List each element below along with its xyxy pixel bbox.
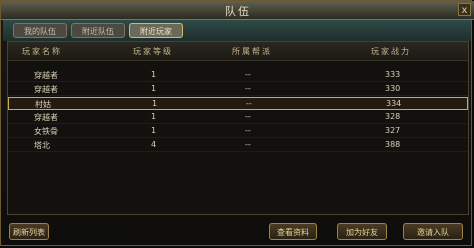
team-window: 队伍 x 我的队伍 附近队伍 附近玩家 玩家名称 玩家等级 所属帮派 玩家战力 … xyxy=(0,0,474,246)
player-power: 334 xyxy=(386,99,402,108)
player-level: 1 xyxy=(151,112,157,121)
invite-to-team-button[interactable]: 邀请入队 xyxy=(403,223,463,240)
player-guild: -- xyxy=(245,84,251,93)
player-level: 1 xyxy=(151,70,157,79)
window-title: 队伍 xyxy=(225,5,251,18)
table-header: 玩家名称 玩家等级 所属帮派 玩家战力 xyxy=(8,42,468,61)
table-row[interactable]: 穿越者 1 -- 328 xyxy=(8,111,468,124)
player-name: 穿越者 xyxy=(34,113,58,122)
player-list: 玩家名称 玩家等级 所属帮派 玩家战力 穿越者 1 -- 333 穿越者 1 -… xyxy=(7,41,469,215)
player-name: 女铁骨 xyxy=(34,127,58,136)
player-power: 327 xyxy=(385,126,401,135)
player-guild: -- xyxy=(245,140,251,149)
player-power: 328 xyxy=(385,112,401,121)
table-row-selected[interactable]: 村姑 1 -- 334 xyxy=(8,97,468,110)
player-level: 1 xyxy=(151,126,157,135)
title-bar[interactable]: 队伍 x xyxy=(1,1,474,20)
table-row[interactable]: 穿越者 1 -- 330 xyxy=(8,83,468,96)
player-name: 塔北 xyxy=(34,141,50,150)
tab-bar: 我的队伍 附近队伍 附近玩家 xyxy=(3,20,471,41)
player-name: 穿越者 xyxy=(34,71,58,80)
close-button[interactable]: x xyxy=(458,3,471,16)
player-power: 333 xyxy=(385,70,401,79)
tab-my-team[interactable]: 我的队伍 xyxy=(13,23,67,38)
player-level: 1 xyxy=(151,84,157,93)
header-player-name: 玩家名称 xyxy=(22,47,62,56)
player-name: 村姑 xyxy=(35,100,51,109)
refresh-list-button[interactable]: 刷新列表 xyxy=(9,223,49,240)
add-friend-button[interactable]: 加为好友 xyxy=(337,223,387,240)
player-name: 穿越者 xyxy=(34,85,58,94)
player-level: 4 xyxy=(151,140,157,149)
player-guild: -- xyxy=(245,70,251,79)
header-player-level: 玩家等级 xyxy=(133,47,173,56)
table-row[interactable]: 女铁骨 1 -- 327 xyxy=(8,125,468,138)
tab-nearby-teams[interactable]: 附近队伍 xyxy=(71,23,125,38)
header-guild: 所属帮派 xyxy=(232,47,272,56)
header-power: 玩家战力 xyxy=(371,47,411,56)
view-info-button[interactable]: 查看资料 xyxy=(269,223,317,240)
player-guild: -- xyxy=(245,126,251,135)
tab-nearby-players[interactable]: 附近玩家 xyxy=(129,23,183,38)
player-power: 388 xyxy=(385,140,401,149)
table-row[interactable]: 穿越者 1 -- 333 xyxy=(8,69,468,82)
player-power: 330 xyxy=(385,84,401,93)
player-level: 1 xyxy=(152,99,158,108)
table-row[interactable]: 塔北 4 -- 388 xyxy=(8,139,468,152)
player-guild: -- xyxy=(245,112,251,121)
player-guild: -- xyxy=(246,99,252,108)
